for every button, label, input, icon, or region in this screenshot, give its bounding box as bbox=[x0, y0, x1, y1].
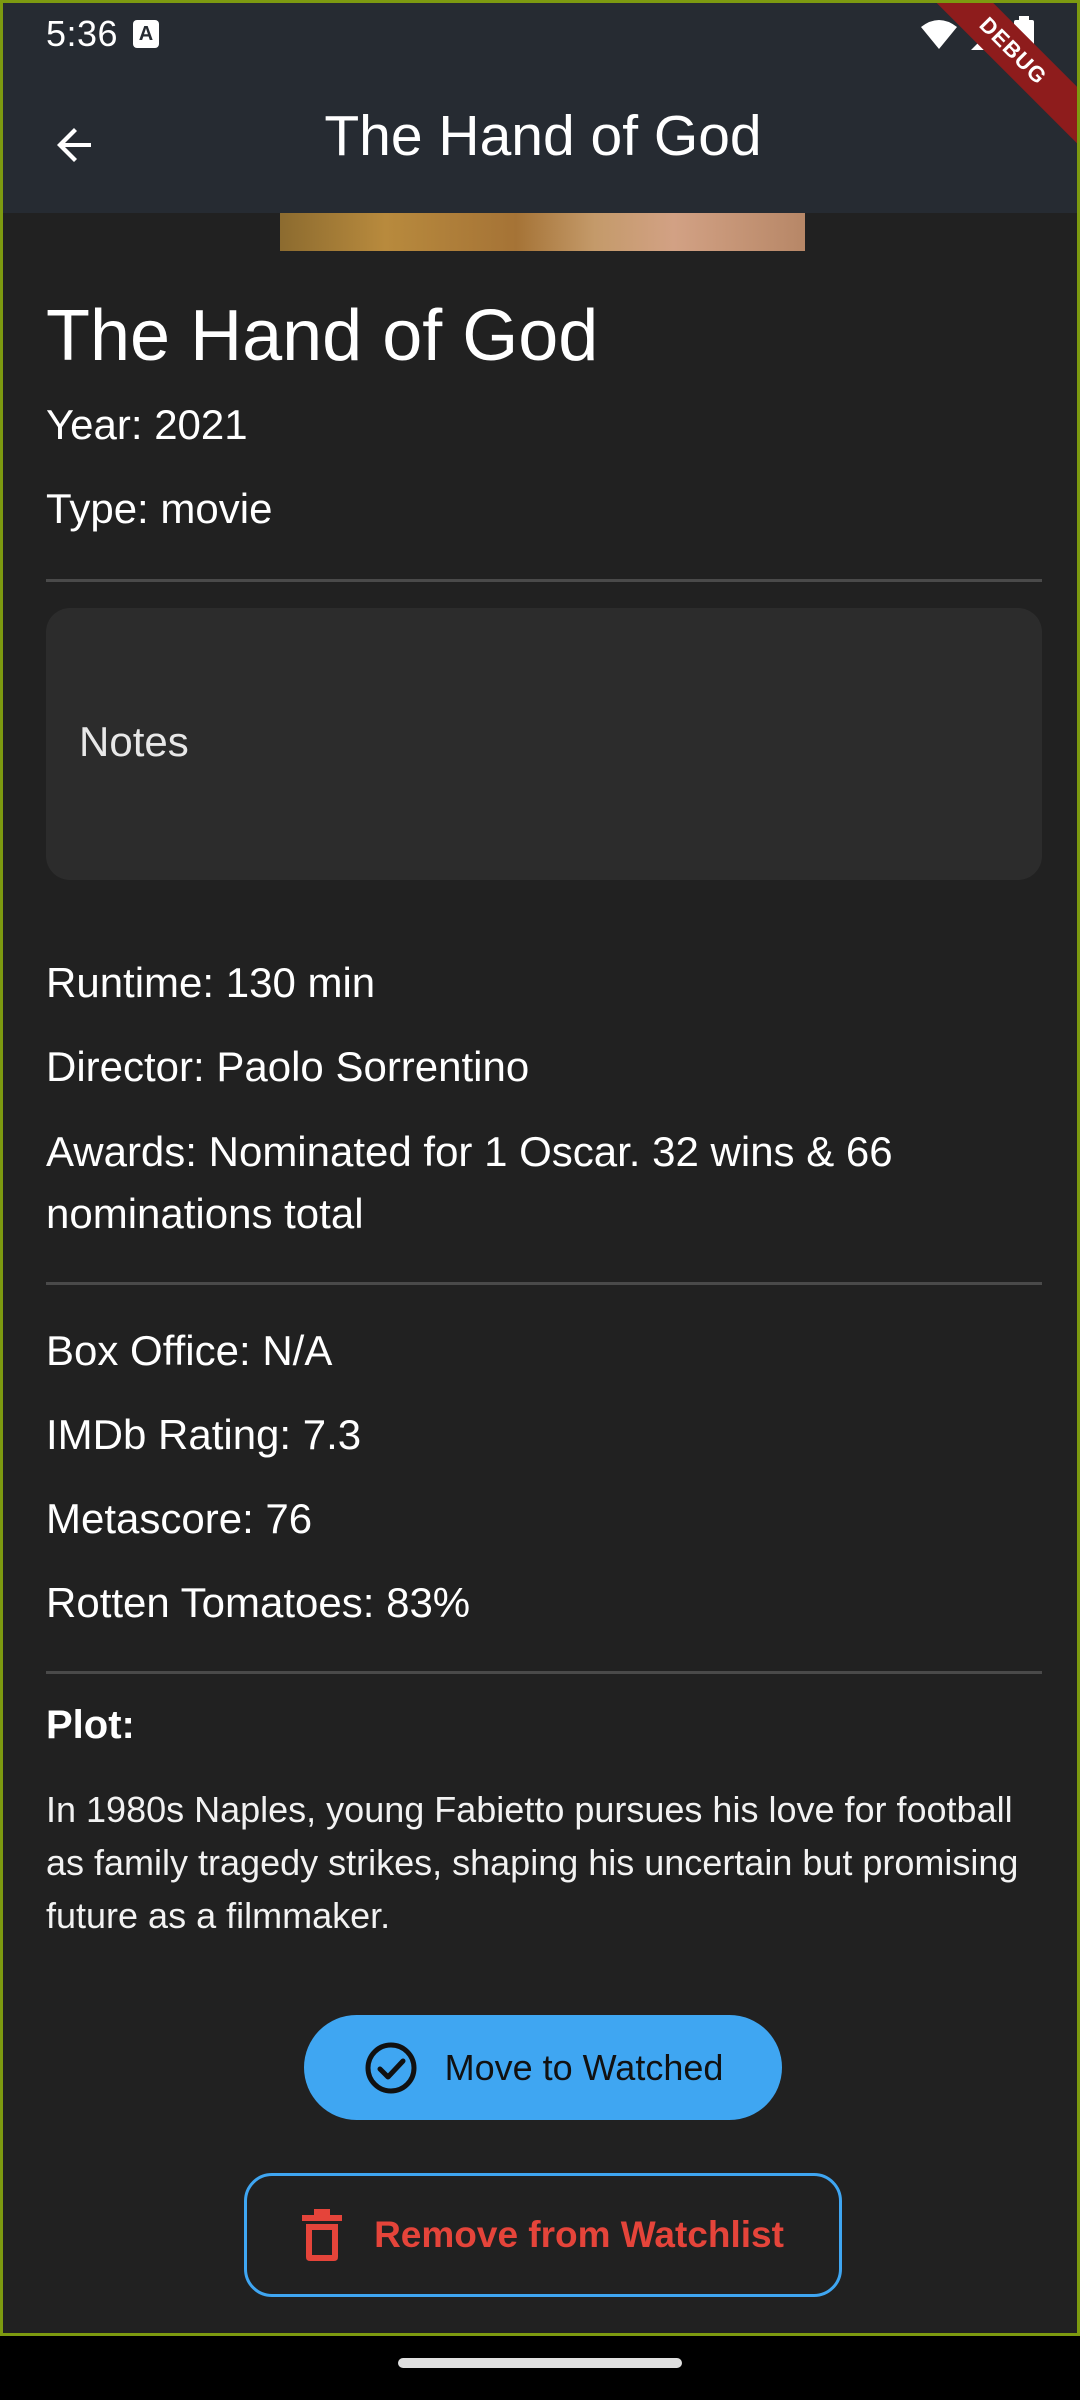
divider bbox=[46, 1671, 1042, 1674]
home-gesture-handle[interactable] bbox=[398, 2358, 682, 2368]
notification-icon: A bbox=[133, 20, 159, 48]
trash-icon bbox=[302, 2209, 343, 2261]
rotten-tomatoes: Rotten Tomatoes: 83% bbox=[46, 1579, 471, 1626]
movie-year: Year: 2021 bbox=[46, 401, 248, 448]
plot-label: Plot: bbox=[46, 1703, 135, 1747]
movie-runtime: Runtime: 130 min bbox=[46, 959, 376, 1006]
movie-title: The Hand of God bbox=[46, 296, 599, 376]
box-office: Box Office: N/A bbox=[46, 1327, 333, 1374]
status-bar: 5:36 A bbox=[3, 3, 1077, 65]
notes-label: Notes bbox=[79, 718, 189, 765]
app-bar: The Hand of God bbox=[3, 65, 1077, 213]
notes-field[interactable]: Notes bbox=[46, 608, 1042, 880]
divider bbox=[46, 1282, 1042, 1285]
status-time: 5:36 bbox=[46, 13, 119, 54]
imdb-rating: IMDb Rating: 7.3 bbox=[46, 1411, 362, 1458]
move-to-watched-button[interactable]: Move to Watched bbox=[304, 2015, 782, 2120]
move-to-watched-label: Move to Watched bbox=[444, 2046, 724, 2088]
remove-from-watchlist-button[interactable]: Remove from Watchlist bbox=[244, 2173, 842, 2297]
movie-poster bbox=[280, 213, 805, 251]
app-bar-title: The Hand of God bbox=[324, 104, 762, 168]
movie-type: Type: movie bbox=[46, 485, 273, 532]
wifi-icon bbox=[921, 20, 957, 49]
remove-from-watchlist-label: Remove from Watchlist bbox=[374, 2214, 784, 2255]
movie-director: Director: Paolo Sorrentino bbox=[46, 1043, 530, 1090]
check-circle-icon bbox=[365, 2042, 417, 2093]
screen: 5:36 A The Hand of God DEBUG The Hand of… bbox=[0, 0, 1080, 2336]
movie-awards: Awards: Nominated for 1 Oscar. 32 wins &… bbox=[46, 1128, 893, 1237]
system-nav-bar bbox=[0, 2336, 1080, 2400]
plot-text: In 1980s Naples, young Fabietto pursues … bbox=[46, 1789, 1019, 1936]
metascore: Metascore: 76 bbox=[46, 1495, 313, 1542]
divider bbox=[46, 579, 1042, 582]
